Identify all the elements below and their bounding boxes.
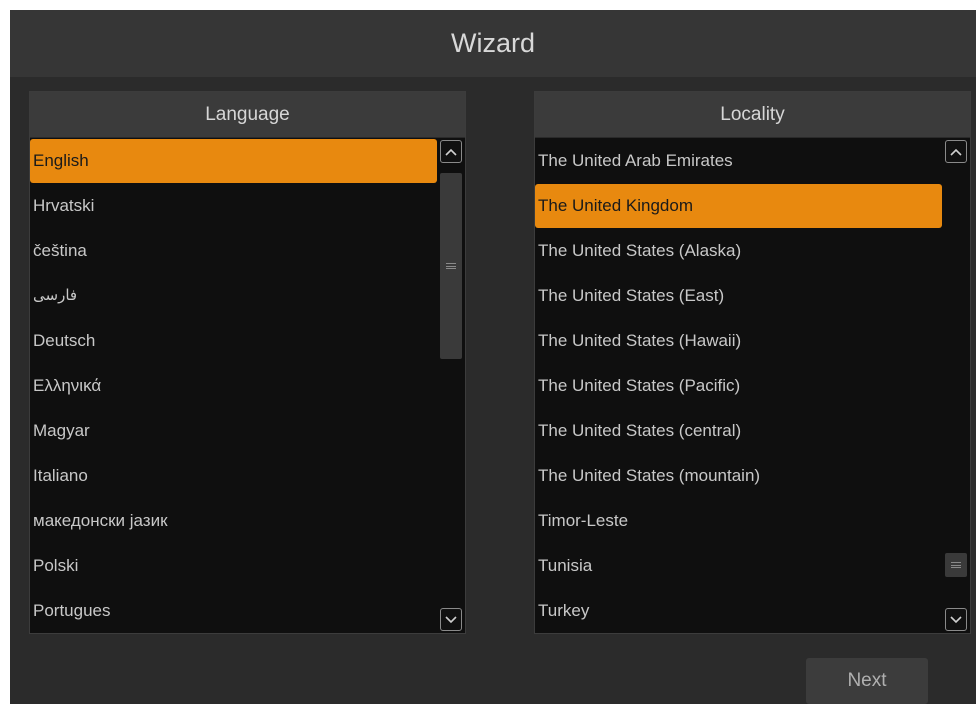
locality-item-us-hawaii[interactable]: The United States (Hawaii) [535, 318, 943, 363]
locality-item-us-alaska[interactable]: The United States (Alaska) [535, 228, 943, 273]
grip-icon [446, 263, 456, 269]
locality-item-uae[interactable]: The United Arab Emirates [535, 138, 943, 183]
next-button[interactable]: Next [806, 658, 928, 704]
chevron-down-icon [445, 615, 457, 623]
language-scroll-thumb[interactable] [440, 173, 462, 359]
language-header: Language [30, 92, 465, 138]
locality-panel: Locality The United Arab Emirates The Un… [534, 91, 971, 634]
chevron-up-icon [950, 148, 962, 156]
locality-item-us-central[interactable]: The United States (central) [535, 408, 943, 453]
language-scroll-track[interactable] [440, 165, 462, 606]
language-item-farsi[interactable]: فارسی [30, 273, 438, 318]
locality-scrollbar[interactable] [943, 138, 970, 633]
language-item-deutsch[interactable]: Deutsch [30, 318, 438, 363]
window-title: Wizard [10, 10, 976, 77]
locality-item-us-mountain[interactable]: The United States (mountain) [535, 453, 943, 498]
language-item-italiano[interactable]: Italiano [30, 453, 438, 498]
wizard-window: Wizard Language English Hrvatski čeština… [10, 10, 976, 704]
language-item-cestina[interactable]: čeština [30, 228, 438, 273]
language-scroll-up-button[interactable] [440, 140, 462, 163]
language-scroll-down-button[interactable] [440, 608, 462, 631]
language-item-english[interactable]: English [30, 139, 437, 183]
locality-item-timor-leste[interactable]: Timor-Leste [535, 498, 943, 543]
locality-scroll-track[interactable] [945, 165, 967, 606]
language-item-greek[interactable]: Ελληνικά [30, 363, 438, 408]
language-scrollbar[interactable] [438, 138, 465, 633]
locality-scroll-up-button[interactable] [945, 140, 967, 163]
language-item-polski[interactable]: Polski [30, 543, 438, 588]
locality-item-us-east[interactable]: The United States (East) [535, 273, 943, 318]
locality-item-us-pacific[interactable]: The United States (Pacific) [535, 363, 943, 408]
locality-item-turkey[interactable]: Turkey [535, 588, 943, 633]
locality-item-tunisia[interactable]: Tunisia [535, 543, 943, 588]
language-item-hrvatski[interactable]: Hrvatski [30, 183, 438, 228]
language-list[interactable]: English Hrvatski čeština فارسی Deutsch Ε… [30, 138, 438, 633]
language-item-macedonian[interactable]: македонски јазик [30, 498, 438, 543]
locality-scroll-thumb[interactable] [945, 553, 967, 577]
language-item-magyar[interactable]: Magyar [30, 408, 438, 453]
language-item-portugues[interactable]: Portugues [30, 588, 438, 633]
locality-item-uk[interactable]: The United Kingdom [535, 184, 942, 228]
locality-header: Locality [535, 92, 970, 138]
chevron-up-icon [445, 148, 457, 156]
locality-scroll-down-button[interactable] [945, 608, 967, 631]
chevron-down-icon [950, 615, 962, 623]
locality-list[interactable]: The United Arab Emirates The United King… [535, 138, 943, 633]
language-panel: Language English Hrvatski čeština فارسی … [29, 91, 466, 634]
grip-icon [951, 562, 961, 568]
